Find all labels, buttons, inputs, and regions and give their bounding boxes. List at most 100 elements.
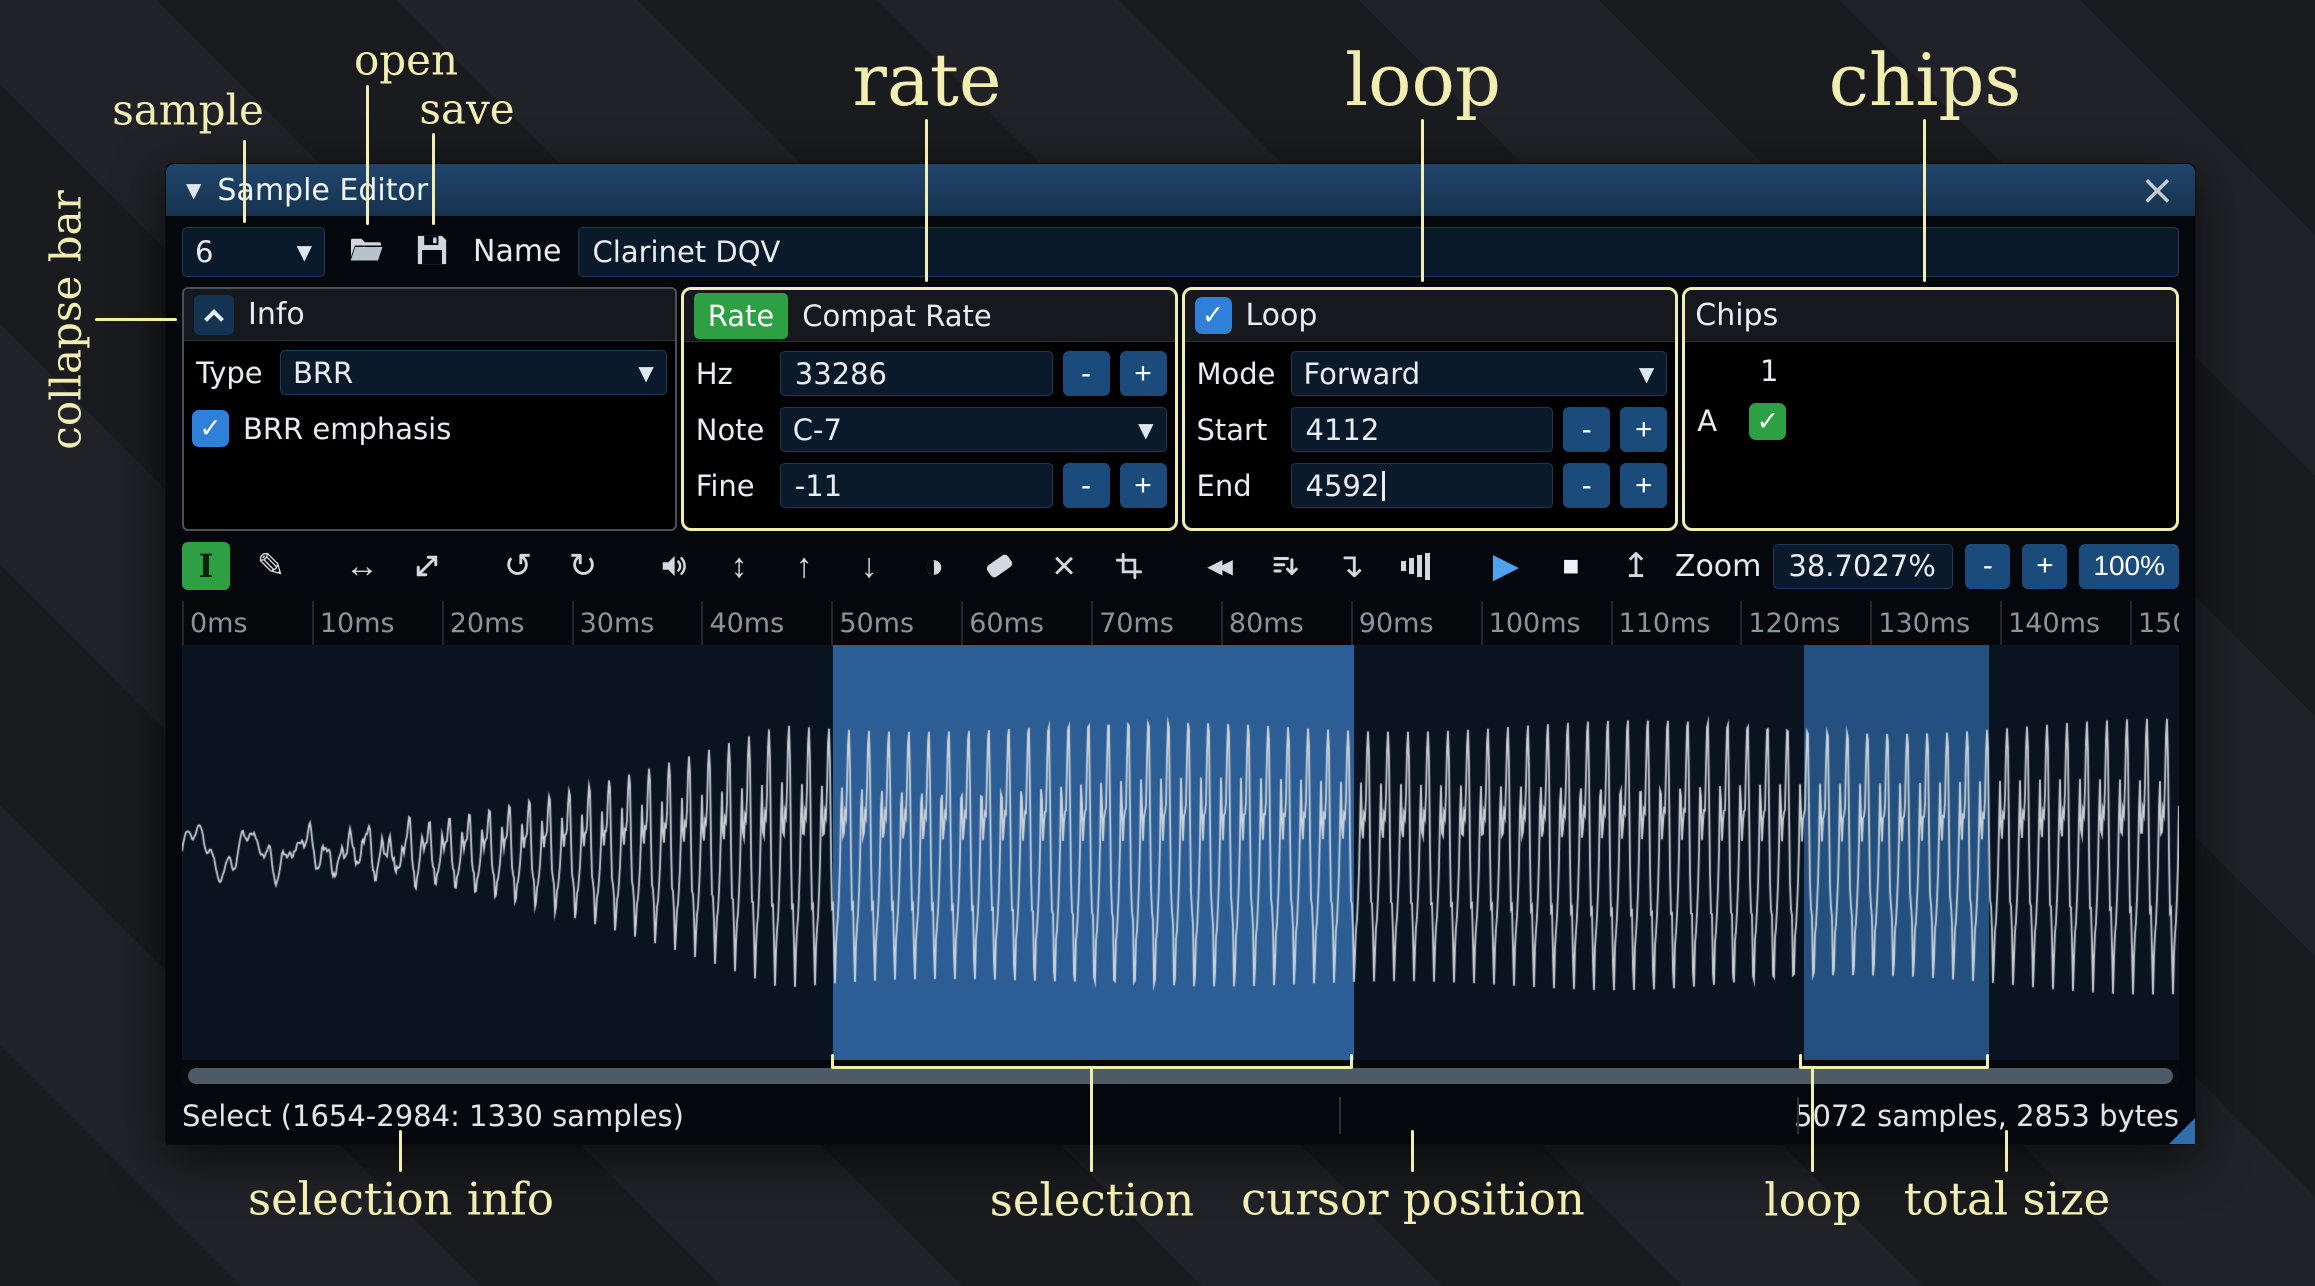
loop-mode-select[interactable]: Forward ▼ [1290, 351, 1668, 396]
chevron-down-icon: ▼ [296, 239, 312, 264]
chips-column-header: 1 [1760, 354, 1779, 388]
undo-button[interactable]: ↺ [494, 542, 542, 590]
loop-end-minus-button[interactable]: - [1563, 463, 1611, 508]
stop-button[interactable]: ■ [1547, 542, 1595, 590]
loop-end-value: 4592 [1305, 468, 1380, 503]
arrow-down-icon: ↓ [860, 546, 878, 585]
stop-icon: ■ [1562, 550, 1580, 581]
invert-button[interactable]: ◑ [910, 542, 958, 590]
selection-info-text: Select (1654-2984: 1330 samples) [182, 1098, 684, 1133]
arrow-turn-down-icon: ↴ [1335, 547, 1365, 585]
ruler-label: 110ms [1618, 608, 1711, 639]
window-collapse-triangle-icon[interactable]: ▼ [186, 178, 201, 202]
resample-button[interactable] [403, 542, 451, 590]
loop-end-input[interactable]: 4592 [1290, 463, 1554, 508]
ruler-label: 70ms [1099, 608, 1174, 639]
check-icon: ✓ [1756, 405, 1780, 437]
type-select[interactable]: BRR ▼ [280, 350, 667, 395]
horizontal-scrollbar[interactable] [182, 1065, 2179, 1087]
close-icon[interactable]: × [2140, 169, 2175, 211]
play-button[interactable]: ▶ [1482, 542, 1530, 590]
chips-panel: Chips 1 A ✓ [1682, 287, 2179, 531]
status-divider [1339, 1097, 1341, 1134]
loop-start-plus-button[interactable]: + [1620, 407, 1668, 452]
hz-input[interactable]: 33286 [779, 351, 1053, 396]
reverse-button[interactable]: ◀◀ [1196, 542, 1244, 590]
check-icon: ✓ [199, 413, 222, 444]
fade-button[interactable]: ↓ [845, 542, 893, 590]
downsample-button[interactable] [1261, 542, 1309, 590]
window-resize-grip[interactable] [2169, 1118, 2195, 1144]
fine-minus-button[interactable]: - [1062, 463, 1110, 508]
tab-compat-rate[interactable]: Compat Rate [802, 299, 992, 333]
ruler-tick [1610, 601, 1613, 645]
tab-rate[interactable]: Rate [693, 292, 789, 339]
cross-icon: × [1052, 543, 1076, 588]
loop-checkbox[interactable]: ✓ [1194, 297, 1232, 334]
amplify-button[interactable]: ↕ [715, 542, 763, 590]
redo-arrow-icon: ↻ [568, 547, 598, 585]
hz-plus-button[interactable]: + [1119, 351, 1167, 396]
preview-button[interactable] [650, 542, 698, 590]
ruler-tick [2000, 601, 2003, 645]
waveform-display[interactable] [182, 645, 2179, 1060]
redo-button[interactable]: ↻ [559, 542, 607, 590]
brr-emphasis-checkbox[interactable]: ✓ [192, 410, 229, 447]
ruler-label: 140ms [2008, 608, 2101, 639]
annotation-loop-marker-label: loop [1764, 1173, 1862, 1227]
ruler-label: 80ms [1228, 608, 1304, 639]
import-button[interactable]: ↥ [1612, 542, 1660, 590]
ruler-tick [1480, 601, 1483, 645]
zoom-reset-button[interactable]: 100% [2079, 543, 2179, 589]
loop-end-label: End [1196, 468, 1252, 503]
save-button[interactable] [407, 227, 457, 277]
signal-bars-icon [1400, 552, 1430, 580]
ruler-tick [1091, 601, 1094, 645]
mode-label: Mode [1196, 356, 1276, 391]
play-icon: ▶ [1492, 547, 1520, 585]
ruler-label: 40ms [709, 608, 785, 639]
insert-silence-button[interactable]: ↴ [1326, 542, 1374, 590]
time-ruler[interactable]: 0ms 10ms 20ms 30ms 40ms 50ms 60ms 70ms 80ms 90ms 1… [182, 601, 2179, 645]
name-input[interactable]: Clarinet DQV [577, 226, 2179, 277]
chip-enable-checkbox[interactable]: ✓ [1749, 402, 1787, 440]
eraser-icon [984, 553, 1014, 579]
edit-mode-button[interactable]: I [182, 542, 230, 590]
delete-button[interactable]: × [1040, 542, 1088, 590]
ruler-label: 0ms [190, 608, 248, 639]
trim-button[interactable] [1105, 542, 1153, 590]
fine-plus-button[interactable]: + [1119, 463, 1167, 508]
collapse-bar-button[interactable] [194, 294, 234, 335]
scrollbar-thumb[interactable] [188, 1068, 2173, 1084]
filter-button[interactable] [1391, 542, 1439, 590]
note-select[interactable]: C-7 ▼ [779, 407, 1167, 452]
annotation-open-label: open [353, 35, 459, 85]
hz-minus-button[interactable]: - [1062, 351, 1110, 396]
zoom-in-button[interactable]: + [2022, 543, 2068, 589]
open-button[interactable] [341, 227, 391, 277]
resize-button[interactable]: ↔ [338, 542, 386, 590]
upload-icon: ↥ [1621, 547, 1651, 585]
arrows-diagonal-icon [412, 551, 442, 581]
annotation-rate-label: rate [852, 38, 1002, 122]
name-value: Clarinet DQV [592, 234, 781, 269]
info-panel: Info Type BRR ▼ ✓ BRR emphasis [182, 287, 677, 531]
ruler-tick [1740, 601, 1743, 645]
loop-end-plus-button[interactable]: + [1620, 463, 1668, 508]
normalize-button[interactable]: ↑ [780, 542, 828, 590]
zoom-input[interactable]: 38.7027% [1773, 543, 1954, 589]
sample-selector[interactable]: 6 ▼ [182, 226, 325, 277]
type-value: BRR [293, 355, 354, 390]
undo-arrow-icon: ↺ [503, 547, 533, 585]
draw-button[interactable]: ✎ [247, 542, 295, 590]
note-value: C-7 [792, 412, 842, 447]
loop-start-input[interactable]: 4112 [1290, 407, 1554, 452]
panels-row: Info Type BRR ▼ ✓ BRR emphasis Rate Comp… [166, 287, 2195, 531]
loop-start-minus-button[interactable]: - [1563, 407, 1611, 452]
ruler-tick [441, 601, 444, 645]
fine-input[interactable]: -11 [779, 463, 1053, 508]
fine-value: -11 [794, 468, 843, 503]
zoom-out-button[interactable]: - [1965, 543, 2011, 589]
silence-button[interactable] [975, 542, 1023, 590]
titlebar[interactable]: ▼ Sample Editor × [166, 164, 2195, 216]
